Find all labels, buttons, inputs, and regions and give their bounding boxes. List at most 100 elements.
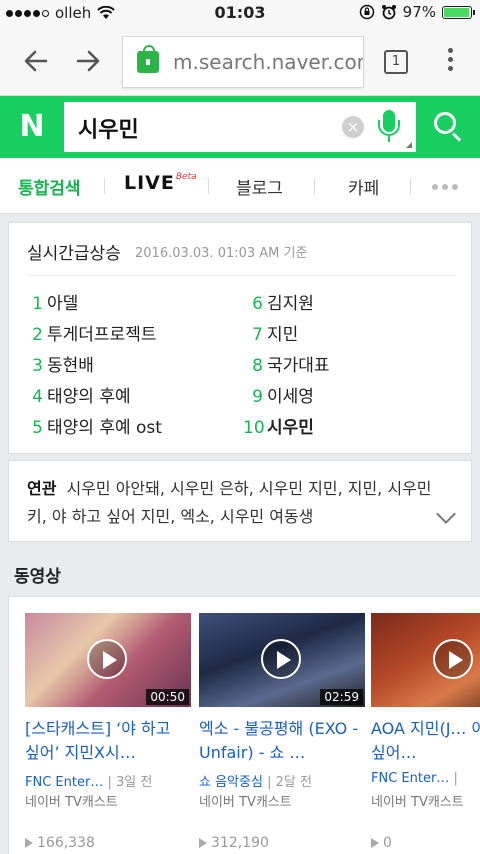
trending-rank: 6 <box>252 294 263 314</box>
trending-rank: 4 <box>32 387 43 407</box>
video-thumbnail[interactable]: 02:59 <box>199 613 365 707</box>
back-arrow-icon[interactable] <box>18 44 54 78</box>
url-text: m.search.naver.com <box>173 50 364 74</box>
play-icon <box>261 639 301 679</box>
trending-keyword: 태양의 후예 <box>47 387 131 407</box>
trending-card: 실시간급상승 2016.03.03. 01:03 AM 기준 1 아델 2 투게더프… <box>8 222 472 454</box>
trending-rank: 1 <box>32 294 43 314</box>
search-input[interactable]: 시우민 × <box>64 102 416 152</box>
chevron-down-icon[interactable] <box>436 504 456 524</box>
related-label: 연관 <box>27 479 57 498</box>
trending-rank: 8 <box>252 356 263 376</box>
tab-divider <box>314 178 315 194</box>
tab-cafe[interactable]: 카페 <box>348 174 379 199</box>
microphone-icon[interactable] <box>378 110 400 144</box>
video-view-count: 166,338 <box>37 835 95 851</box>
divider <box>27 275 455 276</box>
autocomplete-corner-icon[interactable] <box>406 142 412 148</box>
battery-icon <box>442 5 475 19</box>
video-source: 네이버 TV캐스트 <box>199 795 292 810</box>
trending-keyword: 김지원 <box>267 294 314 314</box>
tab-divider <box>410 178 411 194</box>
play-icon <box>87 639 127 679</box>
search-tabs: 통합검색 LIVEBeta 블로그 카페 <box>0 158 480 214</box>
beta-badge: Beta <box>175 172 197 182</box>
status-bar: olleh 01:03 97% <box>0 0 480 26</box>
battery-percent: 97% <box>402 3 436 21</box>
trending-rank: 7 <box>252 325 263 345</box>
video-title[interactable]: AOA 지민(J… 야 하고 싶어… <box>371 717 480 765</box>
trending-item[interactable]: 6 김지원 <box>243 289 314 314</box>
trending-item[interactable]: 1 아델 <box>23 289 78 314</box>
video-source: 네이버 TV캐스트 <box>25 795 118 810</box>
video-source: 네이버 TV캐스트 <box>371 795 464 810</box>
status-right: 97% <box>359 3 475 21</box>
trending-item[interactable]: 7 지민 <box>243 320 298 345</box>
alarm-icon <box>381 5 396 20</box>
related-keywords[interactable]: 시우민 아안돼, 시우민 은하, 시우민 지민, 지민, 시우민 키, 야 하고… <box>27 479 432 526</box>
play-count-icon <box>25 838 33 848</box>
video-age: 3일 전 <box>115 775 153 790</box>
search-header: N 시우민 × <box>0 96 480 158</box>
tab-integrated[interactable]: 통합검색 <box>18 174 81 199</box>
browser-toolbar: m.search.naver.com 1 <box>0 26 480 96</box>
tab-switcher-button[interactable]: 1 <box>384 50 408 74</box>
trending-item[interactable]: 4 태양의 후예 <box>23 382 131 407</box>
video-age: 2달 전 <box>275 775 312 790</box>
search-button[interactable] <box>416 96 480 158</box>
url-field[interactable]: m.search.naver.com <box>122 36 364 88</box>
menu-dots-icon[interactable] <box>440 48 460 78</box>
video-meta: 쇼 음악중심 | 2달 전 <box>199 775 312 790</box>
video-duration: 02:59 <box>320 689 363 705</box>
clear-icon[interactable]: × <box>342 116 364 138</box>
forward-arrow-icon[interactable] <box>70 44 106 78</box>
video-section-title: 동영상 <box>14 567 61 587</box>
trending-keyword: 태양의 후예 ost <box>47 418 162 438</box>
trending-item[interactable]: 5 태양의 후예 ost <box>23 413 162 438</box>
naver-logo[interactable]: N <box>0 96 64 158</box>
tab-live-label: LIVE <box>124 172 175 194</box>
trending-item[interactable]: 8 국가대표 <box>243 351 330 376</box>
trending-keyword: 국가대표 <box>267 356 330 376</box>
video-title[interactable]: [스타캐스트] ‘야 하고 싶어’ 지민X시… <box>25 717 185 765</box>
trending-rank: 10 <box>243 418 265 438</box>
video-meta: FNC Enter… | <box>371 771 458 786</box>
trending-date: 2016.03.03. 01:03 AM 기준 <box>135 246 308 261</box>
search-icon <box>434 112 456 134</box>
play-icon <box>433 639 473 679</box>
related-searches[interactable]: 연관 시우민 아안돼, 시우민 은하, 시우민 지민, 지민, 시우민 키, 야 … <box>27 475 437 531</box>
video-views: 312,190 <box>199 835 269 851</box>
play-count-icon <box>199 838 207 848</box>
trending-keyword: 시우민 <box>267 418 314 438</box>
trending-item[interactable]: 9 이세영 <box>243 382 314 407</box>
play-count-icon <box>371 838 379 848</box>
video-thumbnail[interactable]: 00:50 <box>25 613 191 707</box>
trending-item[interactable]: 3 동현배 <box>23 351 94 376</box>
video-views: 166,338 <box>25 835 95 851</box>
video-thumbnail[interactable] <box>371 613 480 707</box>
tab-divider <box>104 178 105 194</box>
trending-rank: 5 <box>32 418 43 438</box>
search-query: 시우민 <box>78 118 139 143</box>
video-carousel[interactable]: 00:50 [스타캐스트] ‘야 하고 싶어’ 지민X시… FNC Enter…… <box>8 596 480 854</box>
more-tabs-icon[interactable] <box>432 184 458 190</box>
rotation-lock-icon <box>359 4 374 20</box>
trending-keyword: 지민 <box>267 325 299 345</box>
video-channel[interactable]: FNC Enter… <box>371 771 449 786</box>
video-channel[interactable]: FNC Enter… <box>25 775 103 790</box>
tab-blog[interactable]: 블로그 <box>236 174 283 199</box>
trending-title: 실시간급상승 <box>27 244 121 264</box>
video-view-count: 0 <box>383 835 392 851</box>
trending-rank: 9 <box>252 387 263 407</box>
trending-rank: 2 <box>32 325 43 345</box>
battery-fill <box>444 7 470 17</box>
trending-keyword: 투게더프로젝트 <box>47 325 157 345</box>
video-duration: 00:50 <box>146 689 189 705</box>
trending-keyword: 동현배 <box>47 356 94 376</box>
video-title[interactable]: 엑소 - 불공평해 (EXO - Unfair) - 쇼 … <box>199 717 359 765</box>
video-view-count: 312,190 <box>211 835 269 851</box>
video-channel[interactable]: 쇼 음악중심 <box>199 775 263 790</box>
tab-live[interactable]: LIVEBeta <box>124 172 197 194</box>
trending-item-selected[interactable]: 10 시우민 <box>243 413 314 438</box>
trending-item[interactable]: 2 투게더프로젝트 <box>23 320 156 345</box>
